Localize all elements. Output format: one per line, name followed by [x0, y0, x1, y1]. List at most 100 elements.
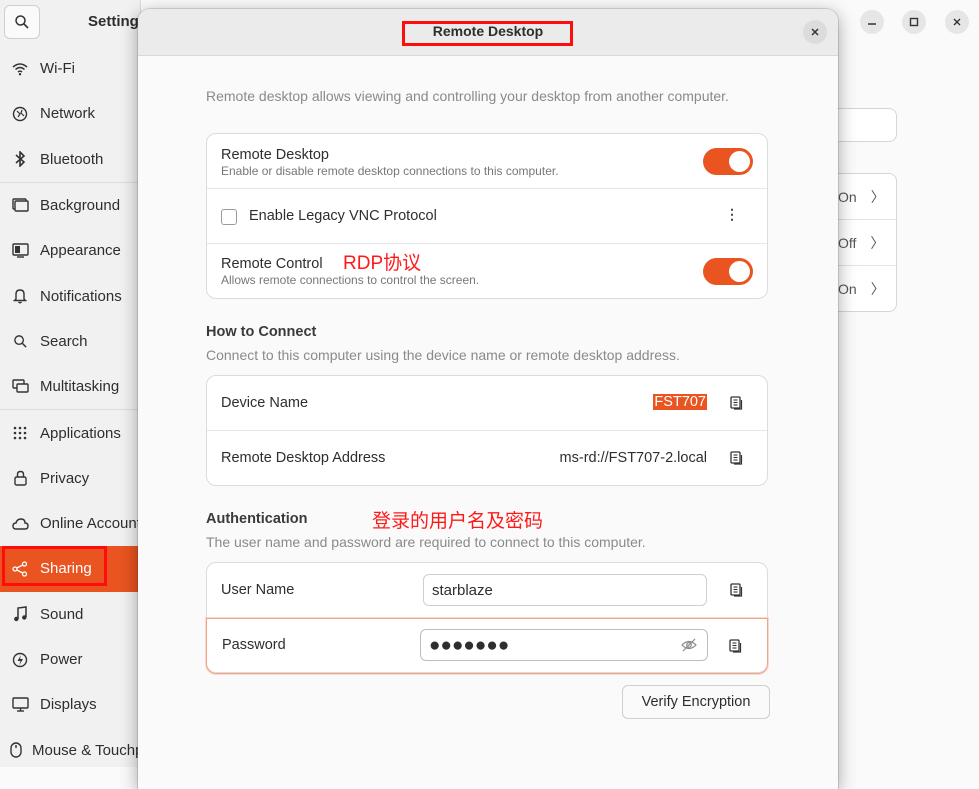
settings-title: Settings [88, 13, 140, 30]
remote-desktop-title: Remote Desktop [221, 147, 329, 163]
device-name-row: Device Name FST707 [207, 376, 767, 431]
sidebar-header: Settings [0, 0, 140, 44]
chevron-right-icon: 〉 [870, 280, 885, 297]
device-name-value[interactable]: FST707 [653, 394, 707, 410]
sidebar-item-label: Appearance [40, 242, 121, 260]
username-value: starblaze [432, 581, 493, 599]
sharing-highlight-box [2, 546, 107, 586]
sidebar-item-displays[interactable]: Displays [0, 682, 140, 727]
rdp-annotation: RDP协议 [343, 253, 422, 274]
wifi-icon [10, 59, 30, 79]
power-icon [10, 650, 30, 670]
sidebar-item-label: Wi-Fi [40, 60, 75, 78]
window-controls [839, 0, 979, 44]
address-label: Remote Desktop Address [221, 450, 386, 466]
legacy-vnc-checkbox[interactable] [221, 209, 237, 225]
title-highlight-box [402, 21, 573, 46]
how-to-connect-title: How to Connect [206, 324, 317, 340]
sidebar-item-label: Background [40, 197, 121, 215]
sidebar-item-label: Privacy [40, 469, 90, 487]
sidebar-item-label: Sound [40, 605, 84, 623]
maximize-icon[interactable] [902, 10, 926, 34]
minimize-icon[interactable] [860, 10, 884, 34]
sidebar-item-label: Multitasking [40, 378, 120, 396]
sidebar-item-appearance[interactable]: Appearance [0, 228, 140, 273]
connection-info-card: Device Name FST707 Remote Desktop Addres… [206, 375, 768, 486]
appearance-icon [10, 241, 30, 261]
remote-control-title: Remote Control [221, 256, 323, 272]
username-row: User Name starblaze [207, 563, 767, 618]
password-value: ●●●●●●● [429, 634, 510, 656]
password-label: Password [222, 637, 286, 653]
bluetooth-icon [10, 149, 30, 169]
close-icon[interactable] [803, 20, 827, 44]
sidebar-item-label: Applications [40, 424, 121, 442]
sidebar-item-network[interactable]: Network [0, 91, 140, 136]
sidebar-item-applications[interactable]: Applications [0, 410, 140, 455]
remote-control-toggle[interactable] [703, 258, 753, 285]
background-sharing-list: On 〉 Off 〉 On 〉 [838, 173, 897, 312]
status-value: Off [838, 234, 857, 251]
search-button[interactable] [4, 5, 40, 39]
sidebar-item-label: Search [40, 332, 88, 350]
status-value: On [838, 188, 857, 205]
sidebar-item-notifications[interactable]: Notifications [0, 273, 140, 318]
sidebar-item-mouse-touchpad[interactable]: Mouse & Touchpad [0, 727, 140, 767]
copy-icon[interactable] [729, 451, 743, 465]
legacy-vnc-row: Enable Legacy VNC Protocol ⋮ [207, 189, 767, 244]
sidebar-item-label: Network [40, 105, 96, 123]
chevron-right-icon: 〉 [870, 234, 885, 251]
authentication-description: The user name and password are required … [206, 534, 646, 550]
login-annotation: 登录的用户名及密码 [372, 511, 544, 532]
copy-icon[interactable] [729, 583, 743, 597]
multitasking-icon [10, 377, 30, 397]
sidebar-item-privacy[interactable]: Privacy [0, 456, 140, 501]
sidebar-list: Wi-Fi Network Bluetooth Background Appea… [0, 46, 140, 767]
address-value[interactable]: ms-rd://FST707-2.local [560, 450, 707, 466]
authentication-card: User Name starblaze Password ●●●●●●● [206, 562, 768, 674]
apps-grid-icon [10, 423, 30, 443]
list-item[interactable]: On 〉 [838, 174, 896, 220]
sidebar-item-background[interactable]: Background [0, 183, 140, 228]
sidebar-item-search[interactable]: Search [0, 319, 140, 364]
search-icon [10, 331, 30, 351]
chevron-right-icon: 〉 [870, 188, 885, 205]
device-name-label: Device Name [221, 395, 309, 411]
sidebar-item-wifi[interactable]: Wi-Fi [0, 46, 140, 91]
list-item[interactable]: Off 〉 [838, 220, 896, 266]
display-icon [10, 695, 30, 715]
background-icon [10, 196, 30, 216]
how-to-connect-description: Connect to this computer using the devic… [206, 347, 680, 363]
status-value: On [838, 280, 857, 297]
remote-desktop-subtitle: Enable or disable remote desktop connect… [221, 164, 559, 178]
copy-icon[interactable] [728, 639, 742, 653]
dialog-description: Remote desktop allows viewing and contro… [206, 88, 729, 104]
more-options-icon[interactable]: ⋮ [725, 206, 739, 223]
remote-desktop-toggle[interactable] [703, 148, 753, 175]
list-item[interactable]: On 〉 [838, 266, 896, 311]
authentication-title: Authentication [206, 511, 308, 527]
mouse-icon [10, 740, 22, 760]
verify-encryption-button[interactable]: Verify Encryption [622, 685, 770, 719]
remote-control-subtitle: Allows remote connections to control the… [221, 273, 480, 287]
sidebar-item-bluetooth[interactable]: Bluetooth [0, 137, 140, 182]
sidebar-item-online-accounts[interactable]: Online Accounts [0, 501, 140, 546]
sidebar-item-label: Notifications [40, 287, 122, 305]
close-window-icon[interactable] [945, 10, 969, 34]
password-input[interactable]: ●●●●●●● [420, 629, 708, 661]
copy-icon[interactable] [729, 396, 743, 410]
username-input[interactable]: starblaze [423, 574, 707, 606]
sidebar-item-sound[interactable]: Sound [0, 592, 140, 637]
lock-icon [10, 468, 30, 488]
settings-sidebar: Settings Wi-Fi Network Bluetooth Backgro… [0, 0, 141, 767]
sidebar-item-label: Bluetooth [40, 150, 104, 168]
network-icon [10, 104, 30, 124]
username-label: User Name [221, 582, 295, 598]
remote-desktop-settings-card: Remote Desktop Enable or disable remote … [206, 133, 768, 299]
eye-hidden-icon[interactable] [681, 638, 697, 656]
password-row: Password ●●●●●●● [206, 618, 768, 674]
remote-control-row: Remote Control Allows remote connections… [207, 244, 767, 298]
sidebar-item-multitasking[interactable]: Multitasking [0, 364, 140, 409]
sidebar-item-power[interactable]: Power [0, 637, 140, 682]
toggle-knob [729, 151, 750, 172]
